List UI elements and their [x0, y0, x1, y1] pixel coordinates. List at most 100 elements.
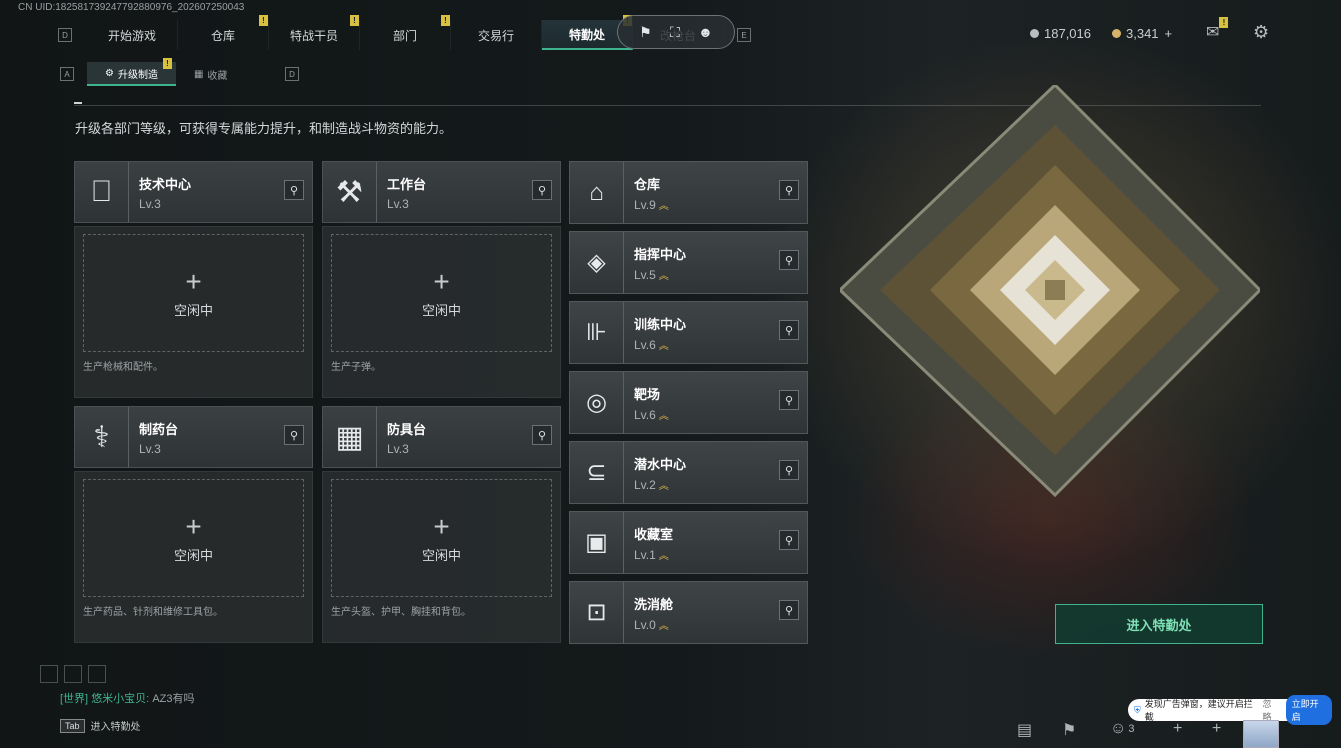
workshop-card[interactable]: ⚕ 制药台 Lv.3 ⚲ + 空闲中 生产药品、针剂和维修工具包。 [74, 406, 313, 643]
search-icon[interactable]: ⚲ [284, 425, 304, 445]
facility-card[interactable]: ⊪ 训练中心 Lv.6 ︽ ⚲ [569, 301, 808, 364]
workshop-card[interactable]: ⎕ 技术中心 Lv.3 ⚲ + 空闲中 生产枪械和配件。 [74, 161, 313, 398]
command-icon: ◈ [570, 232, 624, 293]
facility-level: Lv.6 [634, 337, 656, 352]
target-icon: ◎ [570, 372, 624, 433]
facility-card[interactable]: ⌂ 仓库 Lv.9 ︽ ⚲ [569, 161, 808, 224]
gold-add-button[interactable]: + [1165, 26, 1173, 41]
tab-1[interactable]: 仓库! [178, 15, 269, 50]
team-button[interactable]: ☺ 3 [1110, 720, 1134, 738]
search-icon[interactable]: ⚲ [779, 320, 799, 340]
search-icon[interactable]: ⚲ [779, 250, 799, 270]
nav-right-key: E [737, 28, 751, 42]
subnav-left-key: A [60, 67, 74, 81]
facility-level: Lv.5 [634, 267, 656, 282]
upgrade-chevron-icon: ︽ [658, 340, 669, 352]
workshop-name: 防具台 [387, 421, 427, 437]
avatar[interactable] [1243, 720, 1279, 748]
workshop-header[interactable]: ⎕ 技术中心 Lv.3 ⚲ [74, 161, 313, 223]
notice-open-button[interactable]: 立即开启 [1285, 695, 1332, 725]
team-icon: ☺ [1110, 720, 1127, 737]
production-slot[interactable]: + 空闲中 [83, 234, 304, 352]
tab-hint[interactable]: Tab 进入特勤处 [60, 718, 141, 733]
gold-amount: 3,341 [1126, 26, 1159, 41]
search-icon[interactable]: ⚲ [532, 425, 552, 445]
search-icon[interactable]: ⚲ [779, 460, 799, 480]
collection-icon: ▦ [193, 68, 204, 80]
decon-pod-icon: ⊡ [570, 582, 624, 643]
production-slot[interactable]: + 空闲中 [331, 234, 552, 352]
slot-status: 空闲中 [421, 302, 461, 318]
gold-currency[interactable]: 3,341 + [1112, 26, 1172, 41]
tab-label: 仓库 [210, 28, 235, 43]
chat-user: 悠米小宝贝: [91, 693, 150, 705]
subtab-collection-label: 收藏 [207, 70, 228, 82]
add-slot-icon[interactable]: + [1173, 720, 1182, 738]
plus-icon: + [185, 265, 202, 297]
search-icon[interactable]: ⚲ [284, 180, 304, 200]
workshop-header[interactable]: ⚕ 制药台 Lv.3 ⚲ [74, 406, 313, 468]
tab-2[interactable]: 特战干员! [269, 15, 360, 50]
add-slot-icon[interactable]: + [1212, 720, 1221, 738]
quick-slot-icon[interactable] [40, 665, 58, 683]
chat-message: AZ3有吗 [152, 693, 195, 705]
facility-card[interactable]: ◈ 指挥中心 Lv.5 ︽ ⚲ [569, 231, 808, 294]
facility-level: Lv.2 [634, 477, 656, 492]
enter-special-ops-button[interactable]: 进入特勤处 [1055, 604, 1263, 644]
production-slot[interactable]: + 空闲中 [331, 479, 552, 597]
facility-card[interactable]: ⊆ 潜水中心 Lv.2 ︽ ⚲ [569, 441, 808, 504]
quick-slot-icon[interactable] [88, 665, 106, 683]
toolbar-pill[interactable]: ⚑ ⛶ ☻ [617, 15, 735, 49]
search-icon[interactable]: ⚲ [779, 530, 799, 550]
mail-button[interactable]: ✉ ! [1206, 16, 1229, 42]
quick-slot-icon[interactable] [64, 665, 82, 683]
upgrade-chevron-icon: ︽ [658, 480, 669, 492]
tab-3[interactable]: 部门! [360, 15, 451, 50]
flag-bottom-icon[interactable]: ⚑ [1062, 720, 1076, 740]
workshop-header[interactable]: ⚒ 工作台 Lv.3 ⚲ [322, 161, 561, 223]
mail-icon[interactable]: ✉ [1206, 22, 1219, 42]
tab-0[interactable]: 开始游戏 [87, 20, 178, 50]
subtab-upgrade-label: 升级制造 [117, 69, 158, 81]
workshop-card[interactable]: ▦ 防具台 Lv.3 ⚲ + 空闲中 生产头盔、护甲、胸挂和背包。 [322, 406, 561, 643]
search-icon[interactable]: ⚲ [779, 390, 799, 410]
notice-text: 发现广告弹窗，建议开启拦截 [1144, 699, 1253, 722]
search-icon[interactable]: ⚲ [779, 600, 799, 620]
robot-icon[interactable]: ☻ [698, 24, 713, 40]
chat-line[interactable]: [世界] 悠米小宝贝: AZ3有吗 [60, 690, 195, 706]
production-slot[interactable]: + 空闲中 [83, 479, 304, 597]
subnav-right-key: D [285, 67, 299, 81]
workshop-body: + 空闲中 生产头盔、护甲、胸挂和背包。 [322, 471, 561, 643]
sub-tabs: ⚙ 升级制造 ! ▦ 收藏 [87, 58, 245, 86]
facility-card[interactable]: ▣ 收藏室 Lv.1 ︽ ⚲ [569, 511, 808, 574]
subtab-upgrade[interactable]: ⚙ 升级制造 ! [87, 58, 176, 86]
facility-card[interactable]: ⊡ 洗消舱 Lv.0 ︽ ⚲ [569, 581, 808, 644]
upgrade-chevron-icon: ︽ [658, 550, 669, 562]
cubes-icon: ▦ [323, 407, 377, 467]
stats-icon[interactable]: ▤ [1017, 720, 1032, 740]
facility-name: 训练中心 [634, 316, 687, 332]
tab-4[interactable]: 交易行 [451, 20, 542, 50]
workshop-name: 制药台 [139, 421, 179, 437]
search-icon[interactable]: ⚲ [779, 180, 799, 200]
subtab-alert-badge: ! [162, 58, 172, 69]
subtab-collection[interactable]: ▦ 收藏 [176, 62, 245, 86]
diving-mask-icon: ⊆ [570, 442, 624, 503]
flag-icon[interactable]: ⚑ [639, 24, 652, 41]
search-icon[interactable]: ⚲ [532, 180, 552, 200]
team-count: 3 [1128, 723, 1135, 735]
silver-coin-icon [1030, 29, 1039, 38]
scan-icon[interactable]: ⛶ [670, 24, 680, 41]
tab-alert-badge: ! [441, 15, 450, 26]
gear-icon[interactable]: ⚙ [1253, 22, 1269, 43]
tab-hint-label: 进入特勤处 [90, 722, 141, 733]
facility-level: Lv.6 [634, 407, 656, 422]
tab-label: 开始游戏 [107, 28, 156, 43]
plus-icon: + [433, 265, 450, 297]
facility-name: 收藏室 [634, 526, 674, 542]
workshop-card[interactable]: ⚒ 工作台 Lv.3 ⚲ + 空闲中 生产子弹。 [322, 161, 561, 398]
vault-icon: ▣ [570, 512, 624, 573]
plus-icon: + [433, 510, 450, 542]
workshop-header[interactable]: ▦ 防具台 Lv.3 ⚲ [322, 406, 561, 468]
facility-card[interactable]: ◎ 靶场 Lv.6 ︽ ⚲ [569, 371, 808, 434]
